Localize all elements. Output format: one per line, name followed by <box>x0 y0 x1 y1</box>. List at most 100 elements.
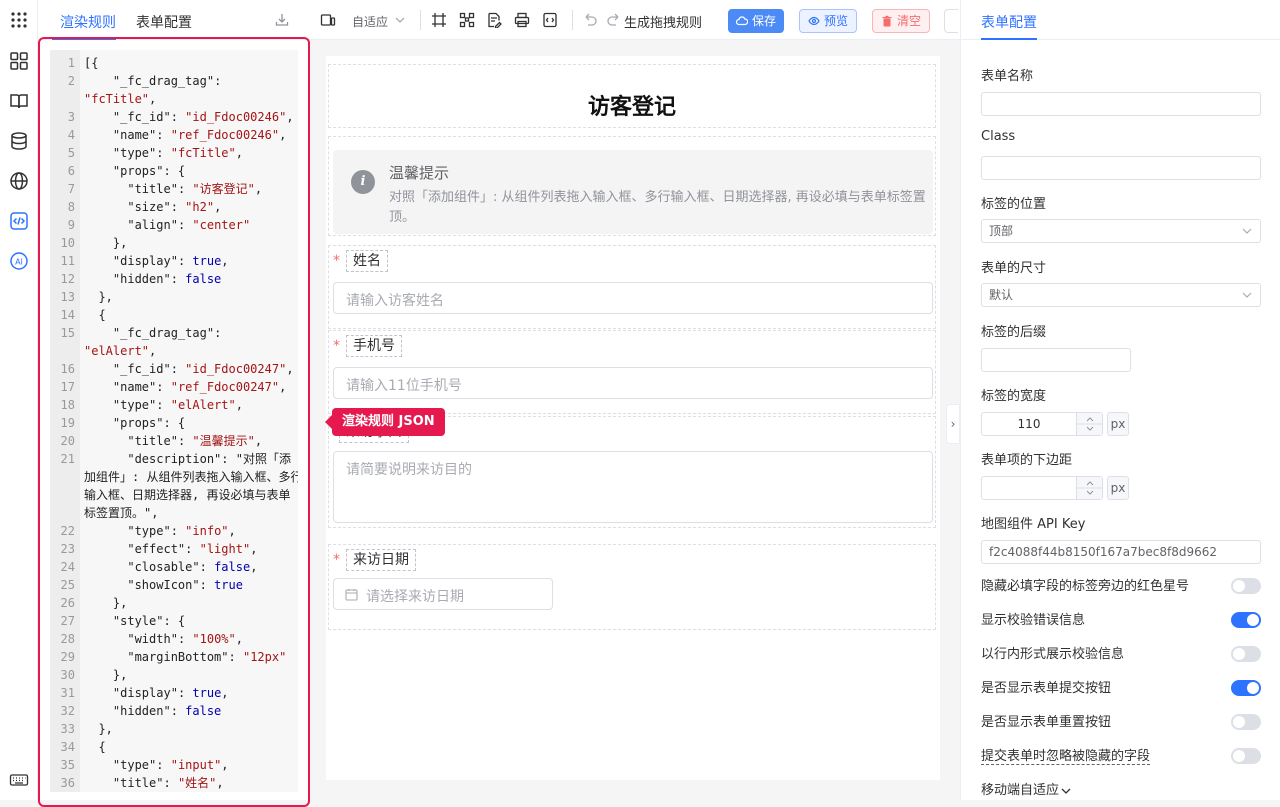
line-number: 34 <box>60 740 75 754</box>
components-icon[interactable] <box>9 51 29 71</box>
show-validation-message-switch[interactable] <box>1231 612 1261 628</box>
json-code-editor[interactable]: 1 [{2 "_fc_drag_tag": "fcTitle", 3 "_fc_id"… <box>50 50 298 792</box>
label-width-label: 标签的宽度 <box>981 389 1047 404</box>
preview-button[interactable]: 预览 <box>799 9 858 33</box>
form-title: 访客登记 <box>587 95 676 120</box>
collapse-right-panel-button[interactable]: › <box>946 404 960 444</box>
switch-label: 是否显示表单提交按钮 <box>981 681 1112 696</box>
alert-title: 温馨提示 <box>389 164 450 182</box>
clear-button[interactable]: 清空 <box>872 9 931 33</box>
device-icon[interactable] <box>320 12 336 28</box>
eye-icon <box>808 16 820 26</box>
stepper-arrows[interactable] <box>1076 477 1103 499</box>
line-number: 33 <box>60 722 75 736</box>
active-tab-indicator <box>981 38 1037 40</box>
globe-icon[interactable] <box>9 171 29 191</box>
code-text: "size": "h2", <box>127 200 222 214</box>
apps-grid-icon[interactable] <box>9 10 29 30</box>
icon-rail: AI <box>0 0 38 800</box>
field-label-text: 手机号 <box>346 335 402 357</box>
toolbar-divider <box>420 10 421 30</box>
book-icon[interactable] <box>9 91 29 111</box>
code-text: "elAlert", <box>84 344 157 358</box>
label-width-stepper[interactable]: 110 <box>981 412 1103 436</box>
show-submit-button-switch[interactable] <box>1231 680 1261 696</box>
stepper-arrows[interactable] <box>1076 413 1103 435</box>
inline-message-switch[interactable] <box>1231 646 1261 662</box>
code-json-icon[interactable] <box>9 211 29 231</box>
purpose-textarea[interactable]: 请简要说明来访目的 <box>333 451 933 523</box>
generate-rule-button[interactable]: 生成拖拽规则 <box>624 12 702 31</box>
form-name-input[interactable] <box>981 92 1261 116</box>
phone-input[interactable]: 请输入11位手机号 <box>333 367 933 399</box>
qrcode-icon[interactable] <box>459 12 475 28</box>
mobile-adaptive-toggle[interactable]: 移动端自适应 <box>981 779 1071 798</box>
code-text: "description": "对照「添 <box>127 452 291 466</box>
code-text: }, <box>84 236 128 250</box>
design-canvas-area: 自适应 生成拖拽规则 保存 预览 清空 访客登记 i 温馨提示 对照「添加组件」… <box>310 0 960 800</box>
item-margin-stepper[interactable] <box>981 476 1103 500</box>
field-label-text: 姓名 <box>346 250 388 272</box>
code-text: 标签置顶。", <box>84 506 159 520</box>
code-text: "effect": "light", <box>127 542 258 556</box>
date-picker[interactable]: 请选择来访日期 <box>333 578 553 610</box>
line-number: 2 <box>67 74 75 88</box>
line-number: 9 <box>67 218 75 232</box>
alert-description: 对照「添加组件」: 从组件列表拖入输入框、多行输入框、日期选择器, 再设必填与表… <box>389 190 926 225</box>
field-label: * 来访日期 <box>333 549 416 571</box>
class-label: Class <box>981 129 1016 144</box>
print-icon[interactable] <box>514 12 530 28</box>
form-size-select[interactable]: 默认 <box>981 283 1261 307</box>
database-icon[interactable] <box>9 131 29 151</box>
select-frame-icon[interactable] <box>431 12 447 28</box>
edit-doc-icon[interactable] <box>486 12 502 28</box>
map-key-input[interactable]: f2c4088f44b8150f167a7bec8f8d9662 <box>981 540 1261 564</box>
code-text: "fcTitle", <box>84 92 157 106</box>
chevron-down-icon[interactable] <box>394 12 406 28</box>
code-text: "hidden": false <box>112 704 222 718</box>
save-button[interactable]: 保存 <box>728 9 785 33</box>
more-button[interactable] <box>944 9 958 33</box>
code-text: }, <box>84 722 113 736</box>
line-number: 11 <box>60 254 75 268</box>
config-panel: 表单配置 表单名称 Class 标签的位置 顶部 表单的尺寸 默认 标签的后缀 … <box>960 0 1280 800</box>
keyboard-icon[interactable] <box>9 770 29 790</box>
switch-label: 隐藏必填字段的标签旁边的红色星号 <box>981 579 1190 594</box>
form-field-date[interactable]: * 来访日期 请选择来访日期 <box>328 544 936 630</box>
form-alert-item[interactable]: i 温馨提示 对照「添加组件」: 从组件列表拖入输入框、多行输入框、日期选择器,… <box>328 136 936 236</box>
tab-form-settings[interactable]: 表单配置 <box>981 12 1037 32</box>
line-number: 15 <box>60 326 75 340</box>
form-field-name[interactable]: * 姓名 请输入访客姓名 <box>328 245 936 329</box>
select-value: 顶部 <box>989 224 1014 238</box>
label-position-select[interactable]: 顶部 <box>981 219 1261 243</box>
code-text: "title": "访客登记", <box>127 182 263 196</box>
name-input[interactable]: 请输入访客姓名 <box>333 282 933 314</box>
chevron-down-icon <box>1242 292 1252 298</box>
required-asterisk: * <box>333 552 340 568</box>
line-number: 30 <box>60 668 75 682</box>
tab-form-config[interactable]: 表单配置 <box>136 12 192 32</box>
tab-render-rules[interactable]: 渲染规则 <box>60 12 116 32</box>
form-field-phone[interactable]: * 手机号 请输入11位手机号 <box>328 330 936 414</box>
show-reset-button-switch[interactable] <box>1231 714 1261 730</box>
line-number: 26 <box>60 596 75 610</box>
line-number: 31 <box>60 686 75 700</box>
code-text: 加组件」: 从组件列表拖入输入框、多行 <box>84 470 298 484</box>
device-select[interactable]: 自适应 <box>352 13 388 30</box>
undo-icon[interactable] <box>582 12 598 28</box>
up-down-icon <box>1077 481 1103 495</box>
redo-icon[interactable] <box>606 12 622 28</box>
ai-assistant-icon[interactable]: AI <box>9 251 29 271</box>
switch-label: 是否显示表单重置按钮 <box>981 715 1112 730</box>
annotation-callout: 渲染规则 JSON <box>325 408 445 436</box>
code-text: "_fc_id": "id_Fdoc00246", <box>112 110 294 124</box>
code-text: "props": { <box>112 416 186 430</box>
label-suffix-input[interactable] <box>981 348 1131 372</box>
code-text: "style": { <box>112 614 186 628</box>
json-file-icon[interactable] <box>542 12 558 28</box>
hide-required-asterisk-switch[interactable] <box>1231 578 1261 594</box>
ignore-hidden-fields-switch[interactable] <box>1231 748 1261 764</box>
form-title-item[interactable]: 访客登记 <box>328 64 936 128</box>
export-icon[interactable] <box>274 12 290 28</box>
class-input[interactable] <box>981 156 1261 180</box>
